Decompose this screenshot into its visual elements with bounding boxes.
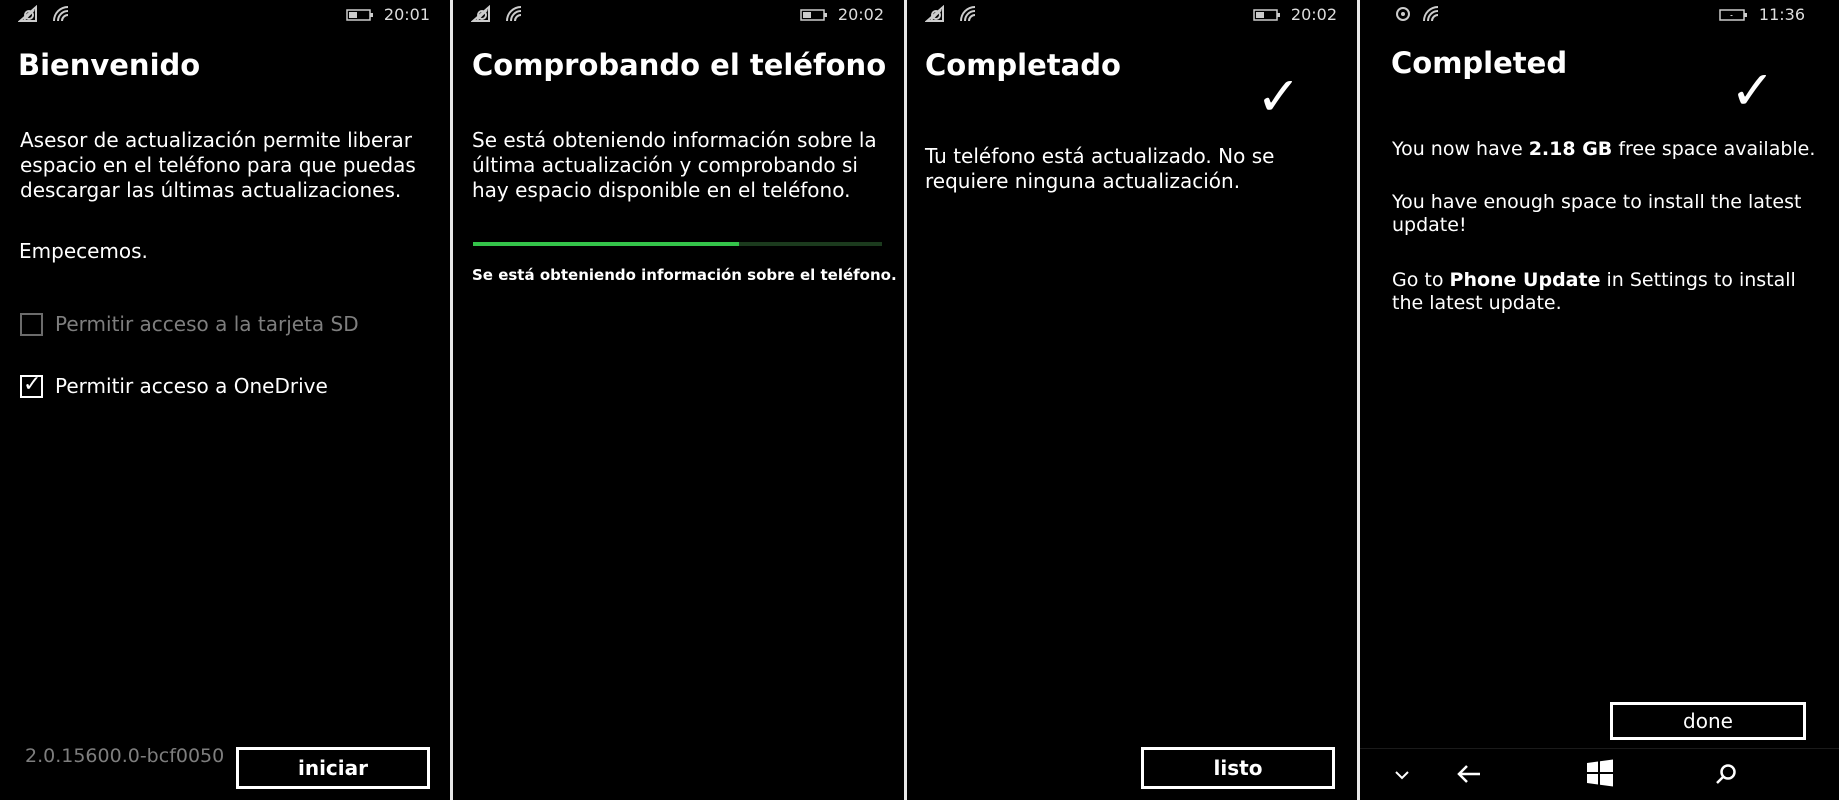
status-bar: 20:02: [907, 0, 1357, 30]
status-time: 11:36: [1758, 5, 1805, 24]
enough-space-text: You have enough space to install the lat…: [1392, 191, 1802, 236]
screen-checking: 20:02 Comprobando el teléfono Se está ob…: [453, 0, 904, 800]
status-bar: 20:02: [453, 0, 904, 30]
intro-text: Asesor de actualización permite liberar …: [20, 128, 416, 202]
screen-completed-en: 11:36 Completed ✓ You now have 2.18 GB f…: [1360, 0, 1839, 800]
lets-start-text: Empecemos.: [19, 239, 148, 263]
free-space-amount: 2.18 GB: [1528, 138, 1613, 160]
battery-icon: [800, 8, 827, 21]
progress-status-text: Se está obteniendo información sobre el …: [472, 266, 897, 284]
page-title: Completado: [925, 48, 1121, 82]
status-time: 20:01: [383, 5, 430, 24]
phone-update-link: Phone Update: [1449, 269, 1601, 291]
done-button[interactable]: listo: [1141, 747, 1335, 789]
no-sim-icon: [471, 5, 490, 22]
page-title: Completed: [1391, 46, 1568, 80]
checkmark-icon: ✓: [1730, 59, 1776, 122]
onedrive-label: Permitir acceso a OneDrive: [55, 374, 328, 398]
sd-card-checkbox[interactable]: [20, 312, 43, 336]
wifi-icon: [1423, 6, 1439, 22]
checkmark-icon: ✓: [1256, 65, 1302, 128]
chevron-down-icon[interactable]: [1394, 769, 1410, 781]
status-time: 20:02: [1290, 5, 1337, 24]
screen-completed-es: 20:02 Completado ✓ Tu teléfono está actu…: [907, 0, 1357, 800]
up-to-date-text: Tu teléfono está actualizado. No se requ…: [925, 144, 1275, 193]
checkmark-icon: ✓: [23, 371, 42, 397]
sd-card-option: Permitir acceso a la tarjeta SD: [20, 312, 359, 336]
free-space-text: You now have 2.18 GB free space availabl…: [1392, 138, 1816, 160]
windows-start-icon[interactable]: [1586, 759, 1614, 787]
status-bar: 11:36: [1360, 0, 1839, 30]
battery-icon: [1253, 8, 1280, 21]
no-sim-icon: [18, 5, 37, 22]
onedrive-option: ✓ Permitir acceso a OneDrive: [20, 371, 328, 398]
onedrive-checkbox[interactable]: ✓: [20, 371, 43, 398]
start-button[interactable]: iniciar: [236, 747, 430, 789]
progress-bar: [473, 242, 882, 246]
status-time: 20:02: [837, 5, 884, 24]
checking-description: Se está obteniendo información sobre la …: [472, 128, 877, 202]
navigation-bar: [1360, 748, 1839, 800]
status-bar: 20:01: [0, 0, 450, 30]
battery-charging-icon: [1719, 8, 1747, 21]
back-arrow-icon[interactable]: [1456, 763, 1482, 785]
battery-icon: [346, 8, 373, 21]
wifi-icon: [53, 6, 69, 22]
wifi-icon: [960, 6, 976, 22]
screen-welcome: 20:01 Bienvenido Asesor de actualización…: [0, 0, 450, 800]
version-label: 2.0.15600.0-bcf0050: [25, 745, 225, 767]
sim-signal-icon: [1396, 7, 1410, 21]
done-button[interactable]: done: [1610, 702, 1806, 740]
wifi-icon: [506, 6, 522, 22]
page-title: Bienvenido: [18, 48, 201, 82]
go-to-settings-text: Go to Phone Update in Settings to instal…: [1392, 269, 1796, 314]
no-sim-icon: [925, 5, 944, 22]
progress-fill: [473, 242, 739, 246]
sd-card-label: Permitir acceso a la tarjeta SD: [55, 312, 359, 336]
search-icon[interactable]: [1714, 763, 1738, 787]
page-title: Comprobando el teléfono: [472, 48, 887, 82]
